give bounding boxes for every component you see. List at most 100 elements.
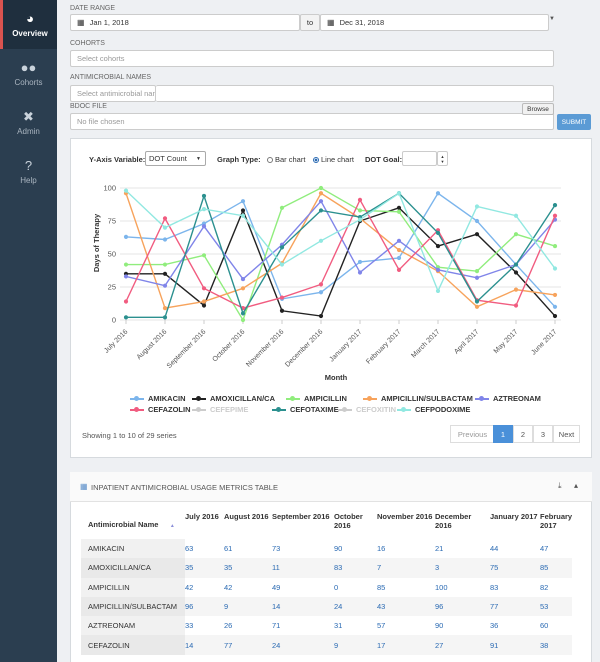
row-value[interactable]: 96 xyxy=(185,596,224,617)
legend-item[interactable]: CEFAZOLIN xyxy=(130,405,191,414)
row-value[interactable]: 31 xyxy=(334,616,377,635)
row-value[interactable]: 61 xyxy=(224,539,272,558)
data-point[interactable] xyxy=(240,311,246,316)
data-point[interactable] xyxy=(435,243,441,249)
row-value[interactable]: 100 xyxy=(435,578,490,597)
line-chart-radio[interactable]: Line chart xyxy=(313,155,354,164)
antimicrobial-select-area[interactable] xyxy=(156,85,554,102)
row-value[interactable]: 42 xyxy=(185,578,224,597)
data-point[interactable] xyxy=(318,199,324,204)
data-point[interactable] xyxy=(123,234,129,239)
bdoc-file-input[interactable]: No file chosen xyxy=(70,113,554,130)
row-value[interactable]: 77 xyxy=(224,635,272,655)
download-icon[interactable]: ⤓ xyxy=(558,481,562,491)
data-point[interactable] xyxy=(552,266,558,271)
data-point[interactable] xyxy=(240,317,246,323)
row-value[interactable]: 77 xyxy=(490,596,540,617)
row-value[interactable]: 14 xyxy=(185,635,224,655)
row-value[interactable]: 83 xyxy=(334,558,377,578)
row-value[interactable]: 49 xyxy=(272,578,334,597)
data-point[interactable] xyxy=(513,303,519,308)
data-point[interactable] xyxy=(513,270,519,275)
data-point[interactable] xyxy=(279,245,285,250)
row-value[interactable]: 44 xyxy=(490,539,540,558)
data-point[interactable] xyxy=(552,313,558,319)
row-value[interactable]: 73 xyxy=(272,539,334,558)
row-value[interactable]: 17 xyxy=(377,635,435,655)
row-value[interactable]: 35 xyxy=(224,558,272,578)
data-point[interactable] xyxy=(123,315,129,320)
data-point[interactable] xyxy=(318,282,324,287)
data-point[interactable] xyxy=(396,247,402,253)
data-point[interactable] xyxy=(357,270,363,275)
bar-chart-radio[interactable]: Bar chart xyxy=(267,155,305,164)
row-value[interactable]: 57 xyxy=(377,616,435,635)
data-point[interactable] xyxy=(357,259,363,265)
data-point[interactable] xyxy=(474,218,480,224)
data-point[interactable] xyxy=(318,313,324,319)
data-point[interactable] xyxy=(123,274,129,279)
data-point[interactable] xyxy=(396,205,402,210)
row-value[interactable]: 16 xyxy=(377,539,435,558)
data-point[interactable] xyxy=(162,262,168,267)
data-point[interactable] xyxy=(435,288,441,294)
data-point[interactable] xyxy=(396,209,402,214)
column-header-month[interactable]: January 2017 xyxy=(490,512,540,539)
data-point[interactable] xyxy=(240,276,246,282)
nav-admin[interactable]: ✖ Admin xyxy=(0,98,57,147)
row-value[interactable]: 33 xyxy=(185,616,224,635)
data-point[interactable] xyxy=(474,232,480,237)
data-point[interactable] xyxy=(396,267,402,272)
data-point[interactable] xyxy=(552,304,558,309)
browse-button[interactable]: Browse xyxy=(522,103,554,115)
data-point[interactable] xyxy=(240,208,246,213)
data-point[interactable] xyxy=(201,253,207,258)
data-point[interactable] xyxy=(474,275,480,280)
data-point[interactable] xyxy=(201,207,207,212)
data-point[interactable] xyxy=(552,203,558,208)
data-point[interactable] xyxy=(357,197,363,202)
row-value[interactable]: 43 xyxy=(377,596,435,617)
row-value[interactable]: 26 xyxy=(224,616,272,635)
chevron-down-icon[interactable]: ▼ xyxy=(549,16,555,22)
data-point[interactable] xyxy=(396,191,402,196)
nav-help[interactable]: ? Help xyxy=(0,147,57,196)
row-value[interactable]: 9 xyxy=(224,596,272,617)
data-point[interactable] xyxy=(201,224,207,229)
pagination-next[interactable]: Next xyxy=(553,425,580,443)
data-point[interactable] xyxy=(513,213,519,218)
data-point[interactable] xyxy=(279,308,285,313)
legend-item[interactable]: CEFOXITIN xyxy=(338,405,396,414)
legend-item[interactable]: CEFPODOXIME xyxy=(397,405,470,414)
data-point[interactable] xyxy=(162,315,168,320)
data-point[interactable] xyxy=(162,225,168,230)
data-point[interactable] xyxy=(318,290,324,295)
column-header-month[interactable]: August 2016 xyxy=(224,512,272,539)
data-point[interactable] xyxy=(552,243,558,249)
pagination-previous[interactable]: Previous xyxy=(450,425,495,443)
pagination-page-2[interactable]: 2 xyxy=(513,425,533,443)
data-point[interactable] xyxy=(396,255,402,261)
data-point[interactable] xyxy=(279,262,285,267)
legend-item[interactable]: CEFEPIME xyxy=(192,405,248,414)
row-value[interactable]: 42 xyxy=(224,578,272,597)
data-point[interactable] xyxy=(162,237,168,242)
legend-item[interactable]: CEFOTAXIME xyxy=(272,405,339,414)
antimicrobial-select[interactable]: Select antimicrobial name xyxy=(70,85,156,102)
data-point[interactable] xyxy=(318,185,324,191)
row-value[interactable]: 24 xyxy=(272,635,334,655)
data-point[interactable] xyxy=(435,191,441,196)
row-value[interactable]: 83 xyxy=(490,578,540,597)
data-point[interactable] xyxy=(513,232,519,237)
data-point[interactable] xyxy=(552,213,558,218)
data-point[interactable] xyxy=(318,191,324,196)
pagination-page-3[interactable]: 3 xyxy=(533,425,553,443)
data-point[interactable] xyxy=(240,286,246,291)
row-value[interactable]: 9 xyxy=(334,635,377,655)
row-value[interactable]: 11 xyxy=(272,558,334,578)
data-point[interactable] xyxy=(201,286,207,291)
data-point[interactable] xyxy=(123,299,129,304)
row-value[interactable]: 96 xyxy=(435,596,490,617)
row-value[interactable]: 90 xyxy=(334,539,377,558)
row-value[interactable]: 60 xyxy=(540,616,572,635)
